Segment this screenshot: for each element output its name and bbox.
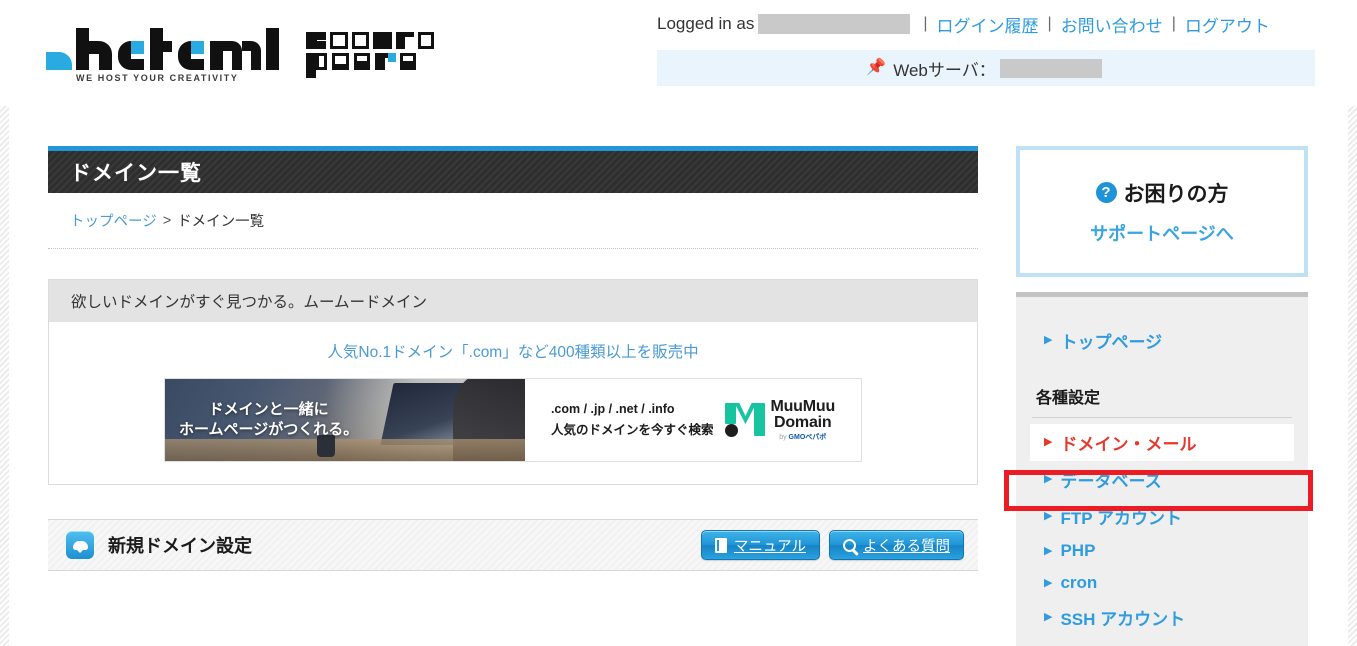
manual-button-label: マニュアル [733,538,806,555]
support-title: ? お困りの方 [1095,178,1229,208]
chevron-right-icon: ▶ [1044,334,1053,346]
contact-link[interactable]: お問い合わせ [1061,12,1163,37]
sidebar-nav-panel: ▶ トップページ 各種設定 ▶ ドメイン・メール ▶ データベース ▶ FTP … [1016,292,1308,646]
banner-copy: .com / .jp / .net / .info 人気のドメインを今すぐ検索 [551,399,714,440]
muumuu-logo-byline: by GMOペパボ [770,434,835,441]
chevron-right-icon: ▶ [1044,544,1053,557]
sidebar-item-domain-mail-label: ドメイン・メール [1060,435,1197,454]
sidebar-item-top-page[interactable]: ▶ トップページ [1030,323,1294,358]
sidebar-item-top-page-label: トップページ [1060,333,1163,352]
breadcrumb-home-link[interactable]: トップページ [70,210,157,231]
breadcrumb: トップページ > ドメイン一覧 [48,193,978,249]
support-box: ? お困りの方 サポートページへ [1016,146,1308,277]
banner-photo-text: ドメインと一緒に ホームページがつくれる。 [179,400,358,441]
page-header: WE HOST YOUR CREATIVITY Logged in as | ロ… [0,0,1357,106]
chevron-right-icon: ▶ [1044,576,1053,589]
sidebar-item-php[interactable]: ▶ PHP [1030,535,1294,567]
sidebar-item-database[interactable]: ▶ データベース [1030,461,1294,498]
faq-button[interactable]: よくある質問 [829,530,964,560]
chevron-right-icon: ▶ [1044,473,1053,485]
sidebar-item-domain-mail[interactable]: ▶ ドメイン・メール [1030,424,1294,461]
pushpin-icon: 📌 [866,59,887,76]
banner-right-panel: .com / .jp / .net / .info 人気のドメインを今すぐ検索 … [525,379,861,461]
faq-button-label: よくある質問 [863,538,950,555]
muumuu-gmo-label: GMOペパボ [788,433,827,441]
sidebar-nav-inner: ▶ トップページ 各種設定 ▶ ドメイン・メール ▶ データベース ▶ FTP … [1016,297,1308,636]
sidebar-nav-list: ▶ ドメイン・メール ▶ データベース ▶ FTP アカウント ▶ PHP ▶ … [1030,424,1294,636]
muumuu-m-mark-icon [725,403,766,437]
right-sidebar: ? お困りの方 サポートページへ ▶ トップページ 各種設定 ▶ ドメイン・メー… [1016,146,1308,646]
sidebar-item-php-label: PHP [1060,541,1096,560]
promo-link[interactable]: 人気No.1ドメイン「.com」など400種類以上を販売中 [327,340,698,362]
sidebar-item-ssh-account[interactable]: ▶ SSH アカウント [1030,599,1294,636]
promo-panel: 欲しいドメインがすぐ見つかる。ムームードメイン 人気No.1ドメイン「.com」… [48,279,978,485]
sidebar-item-ssh-account-label: SSH アカウント [1060,610,1186,629]
sidebar-item-cron[interactable]: ▶ cron [1030,567,1294,599]
account-separator-2: | [1047,15,1052,32]
banner-photo-text-line1: ドメインと一緒に [208,400,329,418]
muumuu-by-label: by [779,433,789,441]
web-server-value-masked [999,58,1102,78]
account-separator-3: | [1171,15,1176,32]
cloud-icon [66,531,94,559]
muumuu-domain-banner[interactable]: ドメインと一緒に ホームページがつくれる。 .com / .jp / .net … [164,378,862,462]
chevron-right-icon: ▶ [1044,510,1053,522]
new-domain-section-bar: 新規ドメイン設定 マニュアル よくある質問 [48,519,978,571]
web-server-bar: 📌 Webサーバ： [657,50,1315,86]
chevron-right-icon: ▶ [1044,611,1053,623]
logo-graphic: WE HOST YOUR CREATIVITY [46,28,434,83]
logout-link[interactable]: ログアウト [1185,12,1270,37]
banner-photo: ドメインと一緒に ホームページがつくれる。 [165,379,525,461]
page-title: ドメイン一覧 [70,162,202,185]
support-title-label: お困りの方 [1123,182,1229,206]
sidebar-group-rule [1032,417,1292,418]
banner-photo-text-line2: ホームページがつくれる。 [179,421,359,438]
banner-copy-line1: .com / .jp / .net / .info [550,402,675,417]
page-title-bar: ドメイン一覧 [48,146,978,193]
promo-body: 人気No.1ドメイン「.com」など400種類以上を販売中 ドメインと一緒に ホ… [49,322,977,484]
logged-in-label: Logged in as [657,14,755,33]
account-bar: Logged in as | ログイン履歴 | お問い合わせ | ログアウト [657,8,1315,40]
muumuu-logo-line1: MuuMuu [770,398,836,416]
muumuu-logo-line2: Domain [774,414,832,432]
muumuu-domain-logo: MuuMuu Domain by GMOペパボ [725,398,836,441]
support-page-link[interactable]: サポートページへ [1090,220,1234,246]
manual-book-icon [714,537,727,553]
breadcrumb-current: ドメイン一覧 [177,214,265,230]
sidebar-item-cron-label: cron [1060,573,1098,592]
new-domain-section-title: 新規ドメイン設定 [108,536,252,556]
manual-button[interactable]: マニュアル [700,530,820,560]
main-content-column: ドメイン一覧 トップページ > ドメイン一覧 欲しいドメインがすぐ見つかる。ムー… [48,146,978,571]
sidebar-item-ftp-account[interactable]: ▶ FTP アカウント [1030,498,1294,535]
chevron-right-icon: ▶ [1044,436,1053,448]
control-panel-page: WE HOST YOUR CREATIVITY Logged in as | ロ… [0,0,1357,646]
question-mark-icon: ? [1095,182,1117,203]
heteml-control-panel-logo[interactable]: WE HOST YOUR CREATIVITY [44,22,444,84]
account-separator-1: | [923,15,928,32]
banner-copy-line2: 人気のドメインを今すぐ検索 [550,423,714,437]
username-masked [758,14,911,34]
sidebar-group-title: 各種設定 [1036,390,1101,407]
muumuu-logo-text: MuuMuu Domain by GMOペパボ [770,398,836,441]
desk-shape [165,439,525,461]
promo-heading: 欲しいドメインがすぐ見つかる。ムームードメイン [49,280,977,322]
search-icon [843,538,856,552]
breadcrumb-separator: > [162,212,172,229]
sidebar-item-ftp-account-label: FTP アカウント [1060,509,1182,528]
web-server-label: Webサーバ： [893,60,996,80]
login-history-link[interactable]: ログイン履歴 [937,12,1039,37]
sidebar-item-database-label: データベース [1060,472,1162,491]
svg-text:WE HOST YOUR CREATIVITY: WE HOST YOUR CREATIVITY [76,73,238,83]
